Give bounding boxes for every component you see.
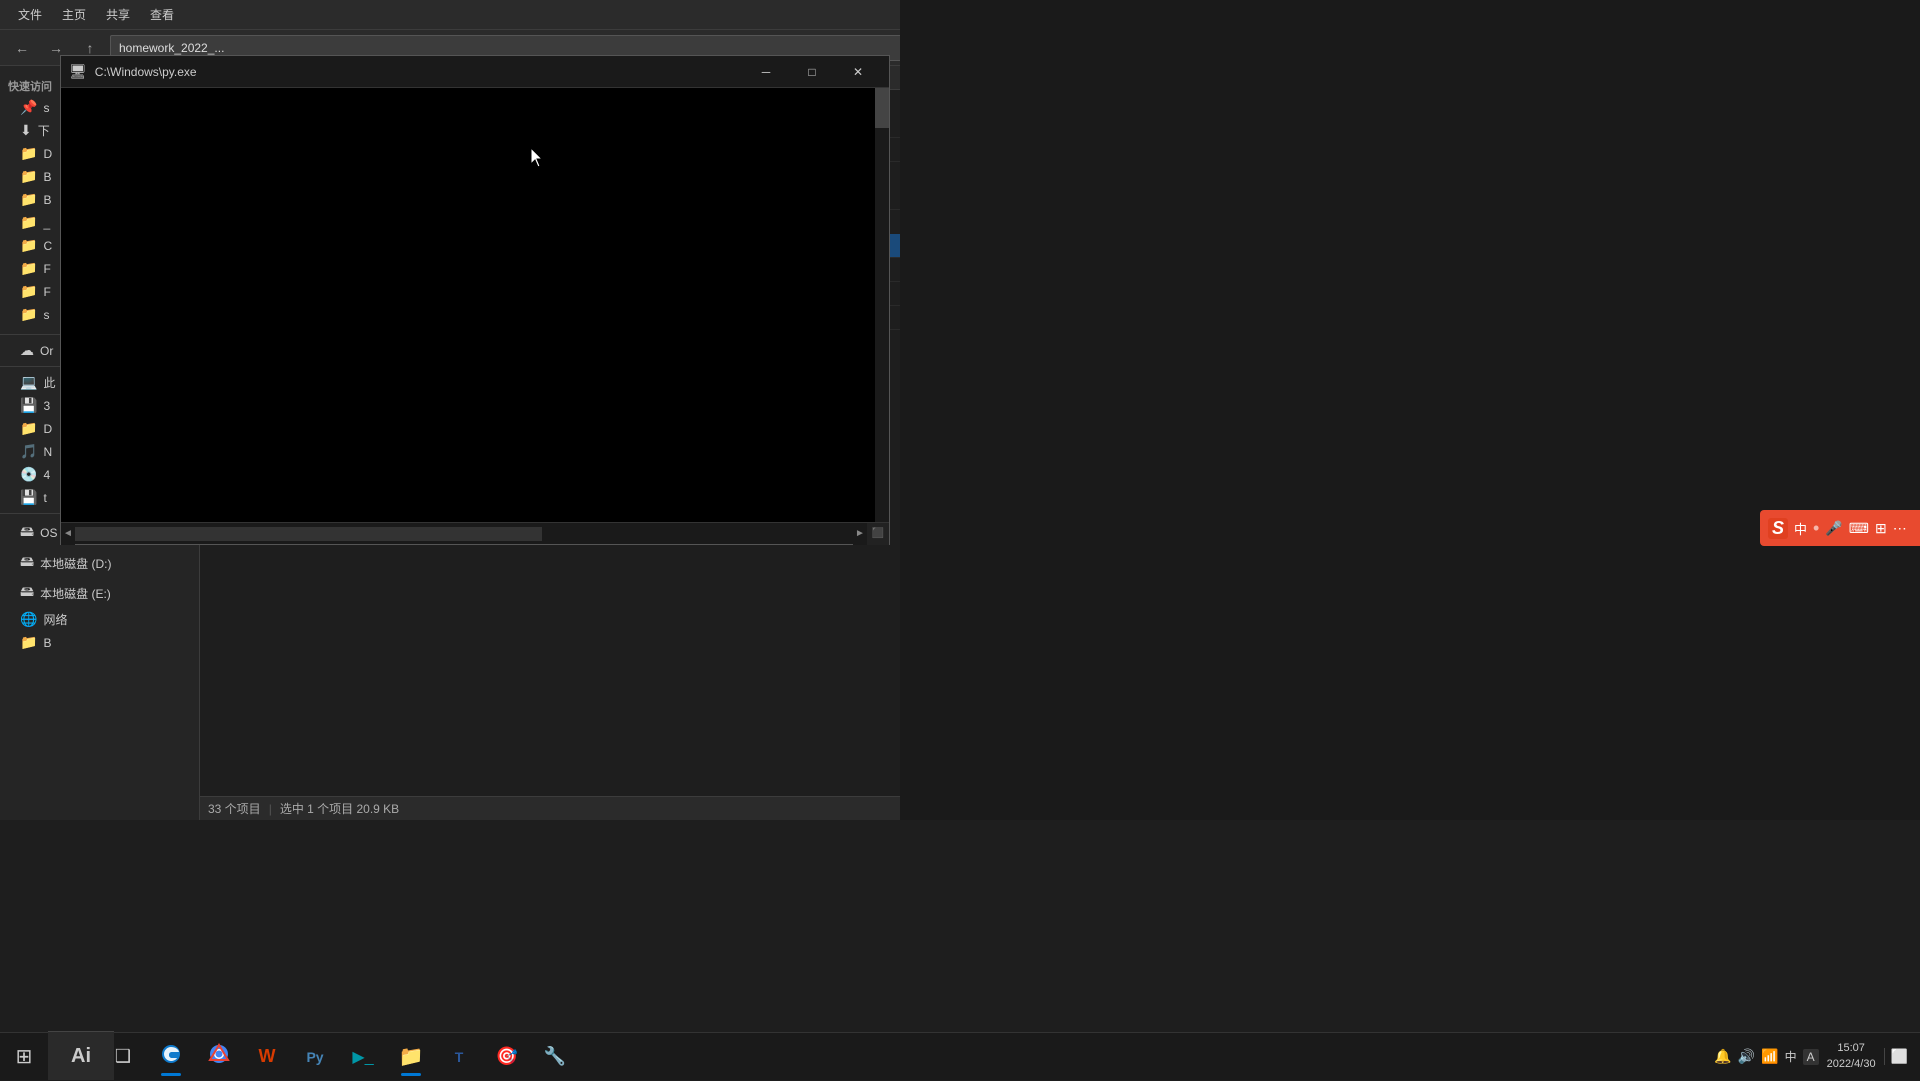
windows-icon: ⊞: [16, 1044, 33, 1069]
sidebar-disk-d[interactable]: 🖴 本地磁盘 (D:): [0, 548, 199, 578]
edge-icon: [160, 1043, 182, 1071]
sougou-table[interactable]: ⊞: [1875, 520, 1887, 537]
word-icon: T: [455, 1049, 464, 1065]
console-maximize-button[interactable]: □: [789, 56, 835, 88]
notification-icon[interactable]: 🔔: [1714, 1048, 1731, 1065]
cloud-icon: ☁: [20, 342, 34, 359]
taskbar-terminal[interactable]: ▶_: [340, 1035, 386, 1079]
drive-icon: 💾: [20, 397, 37, 414]
console-app-icon: 🖥: [69, 63, 87, 80]
scroll-right-btn[interactable]: ►: [853, 523, 867, 545]
taskbar-app2[interactable]: 🔧: [532, 1035, 578, 1079]
network-icon: 🌐: [20, 611, 37, 628]
console-bottom-bar: ◄ ► ⬛: [61, 522, 889, 544]
taskbar-app1[interactable]: 🎯: [484, 1035, 530, 1079]
clock-time: 15:07: [1827, 1041, 1876, 1056]
console-window: 🖥 C:\Windows\py.exe ─ □ ✕ ◄ ► ⬛: [60, 55, 890, 545]
folder-icon-7: 📁: [20, 260, 37, 277]
menu-view[interactable]: 查看: [140, 2, 184, 27]
menu-home[interactable]: 主页: [52, 2, 96, 27]
app1-icon: 🎯: [496, 1046, 518, 1067]
disk-icon: 💿: [20, 466, 37, 483]
network-icon[interactable]: 📶: [1761, 1048, 1778, 1065]
scroll-left-btn[interactable]: ◄: [61, 523, 75, 545]
selected-info: 选中 1 个项目 20.9 KB: [280, 800, 399, 817]
ai-label[interactable]: Ai: [48, 1031, 114, 1080]
office-icon: W: [259, 1046, 276, 1067]
folder-icon-9: 📁: [20, 306, 37, 323]
taskbar-office[interactable]: W: [244, 1035, 290, 1079]
item-count: 33 个项目: [208, 800, 261, 817]
console-close-button[interactable]: ✕: [835, 56, 881, 88]
taskbar-right: 🔔 🔊 📶 中 A 15:07 2022/4/30 ⬜: [1702, 1033, 1920, 1080]
clock[interactable]: 15:07 2022/4/30: [1827, 1041, 1876, 1072]
explorer-icon: 📁: [399, 1044, 424, 1069]
console-scrollbar[interactable]: [875, 88, 889, 522]
terminal-icon: ▶_: [352, 1047, 373, 1067]
sougou-more[interactable]: ⋯: [1893, 520, 1907, 537]
folder-icon-4: 📁: [20, 191, 37, 208]
show-desktop-btn[interactable]: ⬜: [1884, 1048, 1908, 1065]
taskbar-python-ide[interactable]: Py: [292, 1035, 338, 1079]
taskbar: ⊞ 🔍 ❑: [0, 1032, 1920, 1080]
taskbar-file-explorer[interactable]: 📁: [388, 1035, 434, 1079]
sidebar-disk-e[interactable]: 🖴 本地磁盘 (E:): [0, 578, 199, 608]
folder-b-icon: 📁: [20, 634, 37, 651]
console-output[interactable]: [61, 88, 875, 522]
console-title: C:\Windows\py.exe: [95, 65, 743, 79]
sidebar-b-bottom[interactable]: 📁 B: [0, 631, 199, 654]
hdd-icon-e: 🖴: [20, 581, 34, 605]
address-text: homework_2022_...: [119, 41, 224, 55]
menu-file[interactable]: 文件: [8, 2, 52, 27]
sys-icons: 🔔 🔊 📶 中 A: [1714, 1048, 1818, 1065]
folder-icon: 📌: [20, 99, 37, 116]
sougou-mode[interactable]: 中: [1794, 519, 1807, 538]
taskbar-chrome[interactable]: [196, 1035, 242, 1079]
folder-icon-5: 📁: [20, 214, 37, 231]
computer-icon: 💻: [20, 374, 37, 391]
app2-icon: 🔧: [544, 1046, 566, 1067]
chrome-icon: [208, 1043, 230, 1071]
input-method-icon[interactable]: A: [1803, 1049, 1819, 1065]
menu-share[interactable]: 共享: [96, 2, 140, 27]
folder-drive-icon: 📁: [20, 420, 37, 437]
storage-icon: 💾: [20, 489, 37, 506]
console-window-controls: ─ □ ✕: [743, 56, 881, 88]
start-button[interactable]: ⊞: [0, 1033, 48, 1081]
sougou-dot: •: [1813, 518, 1819, 539]
volume-icon[interactable]: 🔊: [1738, 1048, 1755, 1065]
hdd-icon-d: 🖴: [20, 551, 34, 575]
music-icon: 🎵: [20, 443, 37, 460]
console-body: [61, 88, 889, 522]
taskbar-edge[interactable]: [148, 1035, 194, 1079]
folder-icon-2: 📁: [20, 145, 37, 162]
taskbar-word[interactable]: T: [436, 1035, 482, 1079]
sougou-bar: S 中 • 🎤 ⌨ ⊞ ⋯: [1760, 510, 1920, 546]
keyboard-lang-icon[interactable]: 中: [1785, 1048, 1797, 1065]
right-panel: [900, 0, 1920, 820]
clock-date: 2022/4/30: [1827, 1057, 1876, 1072]
console-hscrollbar-thumb[interactable]: [75, 527, 542, 541]
sidebar-network[interactable]: 🌐 网络: [0, 608, 199, 631]
console-hscrollbar[interactable]: [75, 527, 853, 541]
task-view-icon: ❑: [115, 1046, 131, 1067]
hdd-icon: 🖴: [20, 521, 34, 545]
download-icon: ⬇: [20, 122, 32, 139]
python-ide-icon: Py: [306, 1049, 323, 1065]
ai-text: Ai: [71, 1045, 91, 1068]
console-scrollbar-thumb[interactable]: [875, 88, 889, 128]
folder-icon-8: 📁: [20, 283, 37, 300]
console-minimize-button[interactable]: ─: [743, 56, 789, 88]
sougou-logo: S: [1768, 518, 1788, 539]
folder-icon-6: 📁: [20, 237, 37, 254]
folder-icon-3: 📁: [20, 168, 37, 185]
back-button[interactable]: ←: [8, 34, 36, 62]
console-titlebar: 🖥 C:\Windows\py.exe ─ □ ✕: [61, 56, 889, 88]
taskbar-apps: 🔍 ❑ W: [48, 1035, 1702, 1079]
resize-corner[interactable]: ⬛: [867, 523, 889, 545]
sougou-mic[interactable]: 🎤: [1825, 520, 1842, 537]
sougou-keyboard[interactable]: ⌨: [1849, 520, 1869, 537]
